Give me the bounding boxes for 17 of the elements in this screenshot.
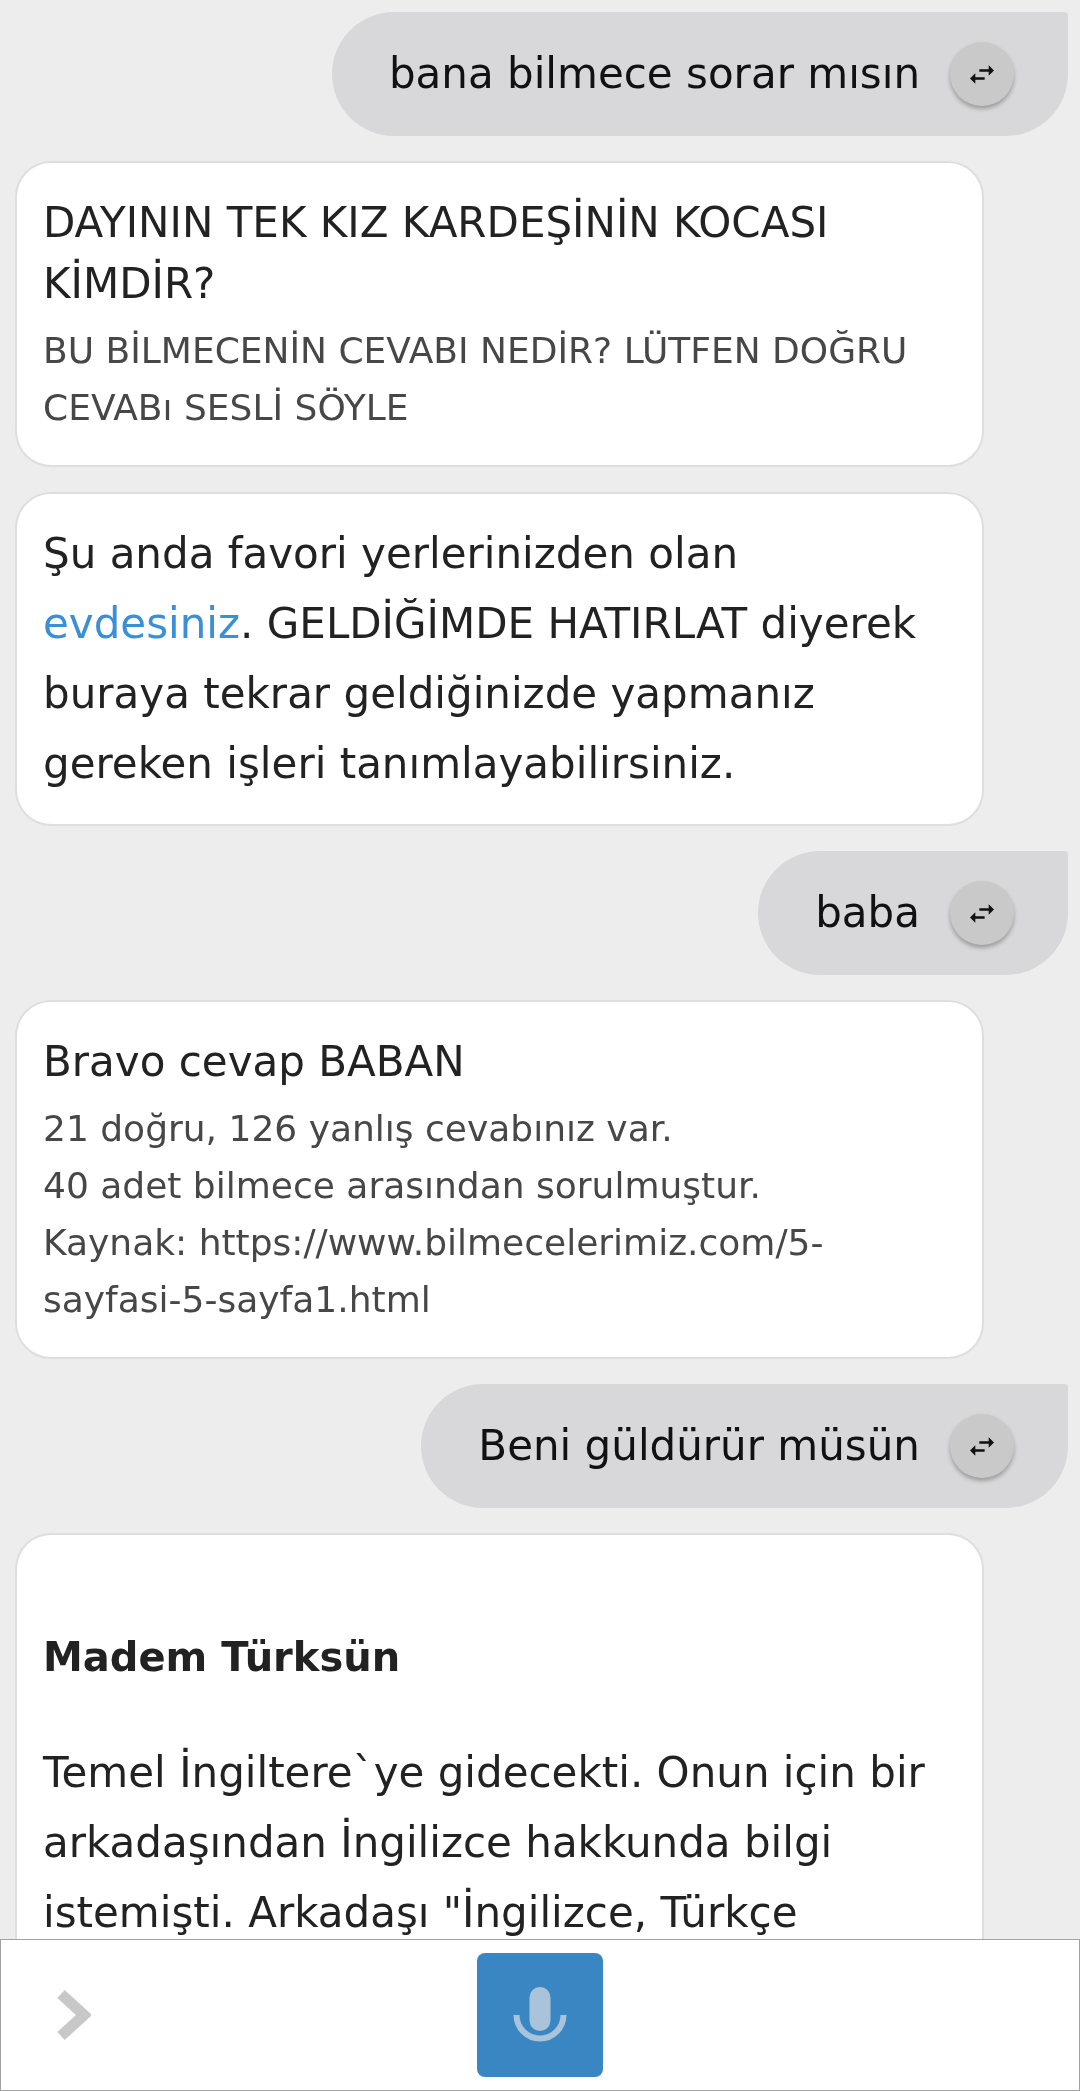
message-note: Kaynak: https://www.bilmecelerimiz.com/5-sayfasi-5-sayfa1.html [43,1221,825,1322]
message-text: bana bilmece sorar mısın [388,48,920,100]
message-text: Şu anda favori yerlerinizden olan evdesiniz. GELDİĞİMDE HATIRLAT diyerek buraya tekrar geldiğinizde yapmanız gereken işleri tanımlayabilirsiniz. [43,528,918,790]
message-text: baba [815,887,920,939]
message-note: 40 adet bilmece arasından sorulmuştur. [43,1164,762,1208]
message-text: Temel İngiltere`ye gidecekti. Onun için bir arkadaşından İngilizce hakkunda bilgi istemişti. Arkadaşı "İngilizce, Türkçe [43,1746,926,1939]
swap-arrows-icon[interactable] [950,42,1014,106]
message-note: BU BİLMECENİN CEVABI NEDİR? LÜTFEN DOĞRU CEVABı SESLİ SÖYLE [43,329,909,430]
message-note: 21 doğru, 126 yanlış cevabınız var. [43,1107,674,1151]
message-heading: Bravo cevap BABAN [43,1036,466,1088]
swap-arrows-icon[interactable] [950,881,1014,945]
place-link[interactable]: evdesiniz [43,599,241,648]
swap-arrows-icon[interactable] [950,1414,1014,1478]
message-title: Madem Türksün [43,1633,402,1682]
message-heading: DAYININ TEK KIZ KARDEŞİNİN KOCASI KİMDİR? [43,196,830,310]
message-text: Beni güldürür müsün [478,1420,920,1472]
microphone-icon [513,1987,567,2043]
